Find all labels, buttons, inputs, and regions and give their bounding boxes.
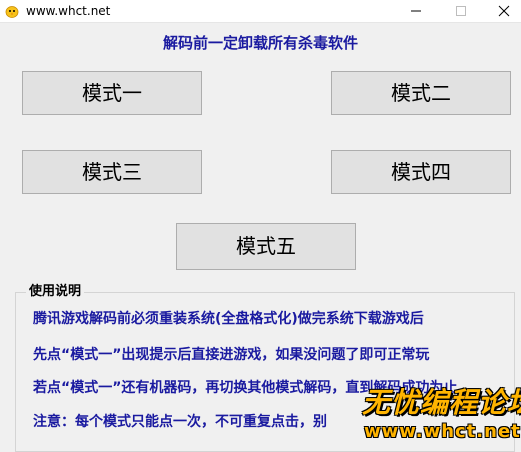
mode-3-button[interactable]: 模式三 xyxy=(22,150,202,194)
uninstall-antivirus-warning: 解码前一定卸载所有杀毒软件 xyxy=(162,34,358,52)
chick-icon xyxy=(5,6,19,18)
instruction-line: 注意：每个模式只能点一次，不可重复点击，别 xyxy=(33,414,327,430)
mode-2-button[interactable]: 模式二 xyxy=(331,71,511,115)
title-bar: www.whct.net xyxy=(0,0,521,23)
instruction-line: 腾讯游戏解码前必须重装系统(全盘格式化)做完系统下载游戏后 xyxy=(33,311,424,327)
watermark-url: www.whct.net xyxy=(364,421,521,442)
watermark-title: 无忧编程论坛 xyxy=(362,386,521,419)
instructions-label: 使用说明 xyxy=(26,283,85,301)
mode-4-button[interactable]: 模式四 xyxy=(331,150,511,194)
instruction-line: 先点“模式一”出现提示后直接进游戏，如果没问题了即可正常玩 xyxy=(33,347,430,363)
close-icon xyxy=(498,5,510,17)
mode-5-button[interactable]: 模式五 xyxy=(176,223,356,270)
window-title: www.whct.net xyxy=(26,4,111,18)
site-watermark: 无忧编程论坛 www.whct.net xyxy=(360,384,521,447)
minimize-icon xyxy=(411,10,421,12)
minimize-button[interactable] xyxy=(396,0,436,22)
close-button[interactable] xyxy=(484,0,521,22)
maximize-icon xyxy=(456,6,466,16)
maximize-button[interactable] xyxy=(441,0,481,22)
mode-1-button[interactable]: 模式一 xyxy=(22,71,202,115)
